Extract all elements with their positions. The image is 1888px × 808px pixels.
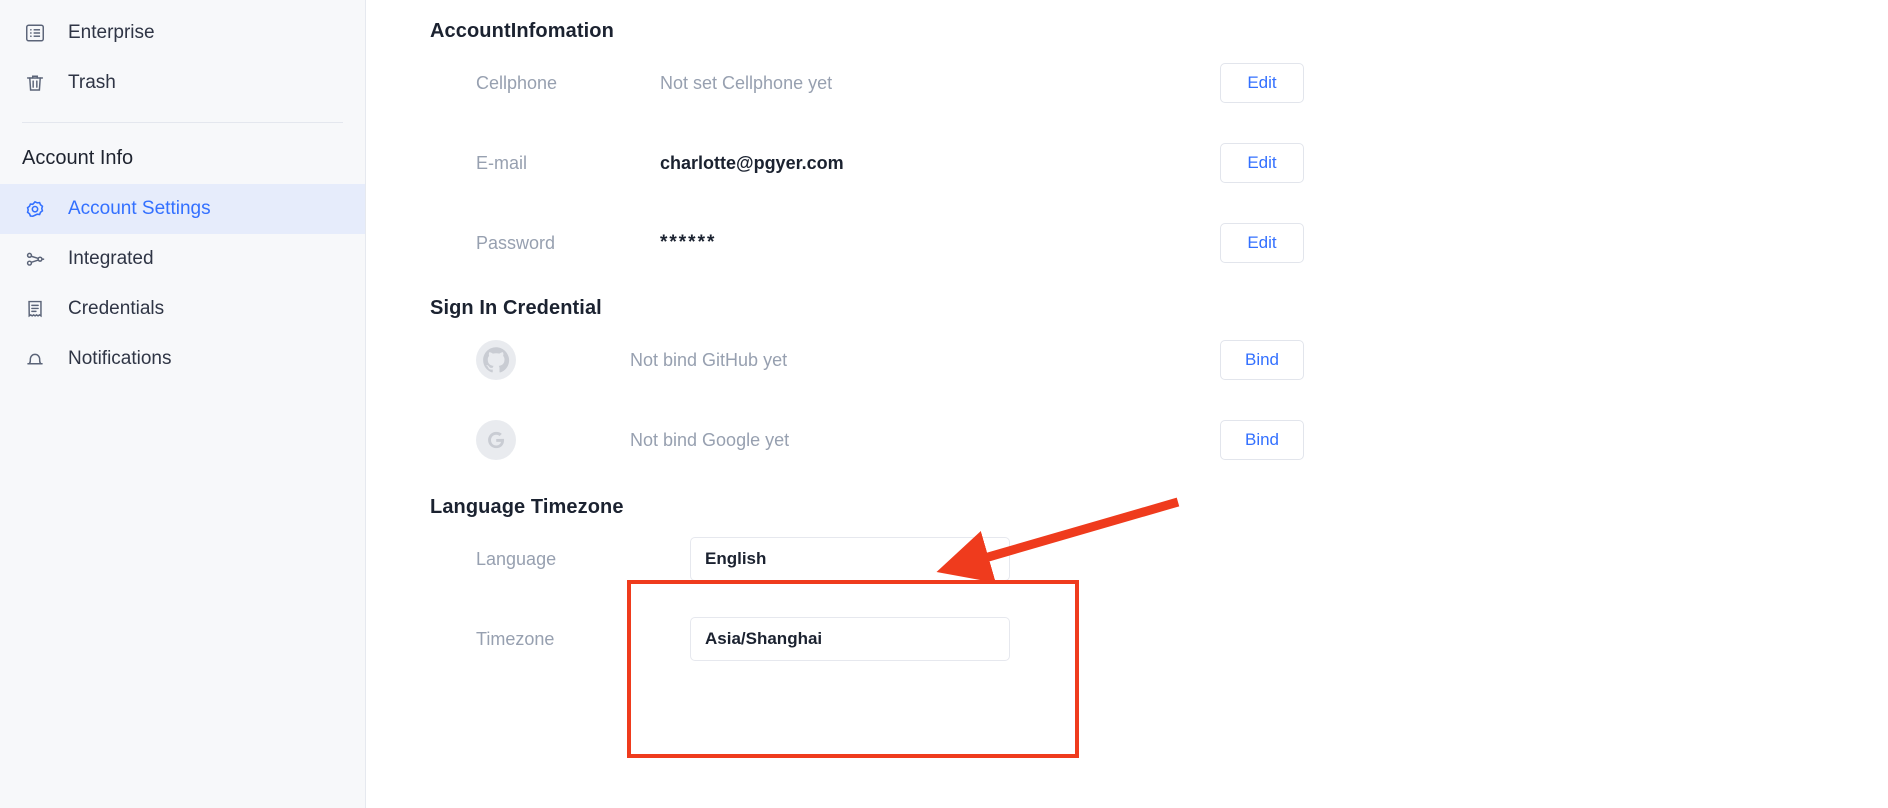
- gear-icon: [22, 196, 48, 222]
- account-info-rows: Cellphone Not set Cellphone yet Edit E-m…: [430, 43, 1888, 283]
- list-box-icon: [22, 20, 48, 46]
- row-value: Not bind Google yet: [630, 429, 790, 450]
- account-settings-page: Enterprise Trash Account Info Account Se…: [0, 0, 1888, 808]
- sidebar-item-label: Enterprise: [68, 22, 155, 43]
- timezone-select[interactable]: Asia/Shanghai: [690, 617, 1010, 661]
- row-action: Bind: [1220, 340, 1304, 380]
- row-language: Language English: [430, 519, 1888, 599]
- sidebar-item-label: Account Settings: [68, 198, 211, 219]
- row-action: Bind: [1220, 420, 1304, 460]
- row-action: Edit: [1220, 63, 1304, 103]
- row-email: E-mail charlotte@pgyer.com Edit: [430, 123, 1888, 203]
- sidebar-item-label: Integrated: [68, 248, 154, 269]
- sidebar-item-label: Notifications: [68, 348, 172, 369]
- sidebar-item-account-settings[interactable]: Account Settings: [0, 184, 365, 234]
- row-value: ******: [660, 232, 717, 253]
- sidebar-item-trash[interactable]: Trash: [0, 58, 365, 108]
- sidebar-item-credentials[interactable]: Credentials: [0, 284, 365, 334]
- document-icon: [22, 296, 48, 322]
- sidebar-item-notifications[interactable]: Notifications: [0, 334, 365, 384]
- sign-in-credential-heading: Sign In Credential: [430, 297, 602, 319]
- language-select[interactable]: English: [690, 537, 1010, 581]
- account-info-heading: AccountInfomation: [430, 20, 614, 42]
- row-value: Not bind GitHub yet: [630, 349, 788, 370]
- provider-icon-wrap: [430, 340, 630, 380]
- edit-email-button[interactable]: Edit: [1220, 143, 1304, 183]
- row-github: Not bind GitHub yet Bind: [430, 320, 1888, 400]
- share-nodes-icon: [22, 246, 48, 272]
- bell-icon: [22, 346, 48, 372]
- bind-google-button[interactable]: Bind: [1220, 420, 1304, 460]
- row-value: charlotte@pgyer.com: [660, 152, 844, 173]
- row-action: Edit: [1220, 143, 1304, 183]
- main-content: AccountInfomation Cellphone Not set Cell…: [366, 0, 1888, 808]
- sidebar-item-label: Trash: [68, 72, 116, 93]
- sidebar-divider: [22, 122, 343, 123]
- row-field: Asia/Shanghai: [690, 617, 1010, 661]
- row-field: English: [690, 537, 1010, 581]
- language-timezone-rows: Language English Timezone Asia/Shanghai: [430, 519, 1888, 679]
- row-timezone: Timezone Asia/Shanghai: [430, 599, 1888, 679]
- row-label: Timezone: [476, 628, 555, 649]
- sidebar-item-label: Credentials: [68, 298, 165, 319]
- row-label: Cellphone: [476, 72, 558, 93]
- row-password: Password ****** Edit: [430, 203, 1888, 283]
- bind-github-button[interactable]: Bind: [1220, 340, 1304, 380]
- row-google: Not bind Google yet Bind: [430, 400, 1888, 480]
- row-cellphone: Cellphone Not set Cellphone yet Edit: [430, 43, 1888, 123]
- row-label: Password: [476, 232, 556, 253]
- provider-icon-wrap: [430, 420, 630, 460]
- sign-in-credential-rows: Not bind GitHub yet Bind Not bind Google…: [430, 320, 1888, 480]
- edit-cellphone-button[interactable]: Edit: [1220, 63, 1304, 103]
- row-action: Edit: [1220, 223, 1304, 263]
- sidebar: Enterprise Trash Account Info Account Se…: [0, 0, 366, 808]
- sidebar-item-integrated[interactable]: Integrated: [0, 234, 365, 284]
- github-icon: [476, 340, 516, 380]
- language-timezone-heading: Language Timezone: [430, 496, 624, 518]
- row-label: Language: [476, 548, 557, 569]
- row-value: Not set Cellphone yet: [660, 72, 833, 93]
- trash-icon: [22, 70, 48, 96]
- sidebar-section-title: Account Info: [22, 147, 134, 169]
- edit-password-button[interactable]: Edit: [1220, 223, 1304, 263]
- google-icon: [476, 420, 516, 460]
- row-label: E-mail: [476, 152, 528, 173]
- sidebar-item-enterprise[interactable]: Enterprise: [0, 8, 365, 58]
